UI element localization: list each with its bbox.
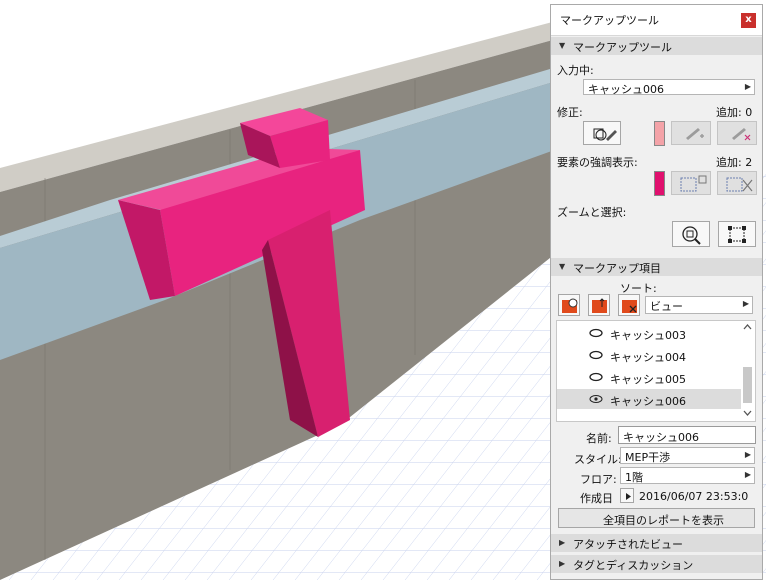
chevron-right-icon: ▶ — [744, 470, 751, 479]
list-item[interactable]: キャッシュ004 — [557, 345, 741, 365]
zoom-icon — [682, 226, 701, 245]
folder-delete-icon — [622, 300, 637, 313]
pencil-shapes-icon — [593, 128, 617, 141]
scroll-thumb — [743, 367, 752, 403]
eye-icon[interactable] — [589, 349, 603, 361]
name-field[interactable]: キャッシュ006 — [618, 426, 756, 444]
section-attached-views[interactable]: ▶ アタッチされたビュー — [551, 534, 762, 552]
folder-arrows-icon — [592, 298, 607, 313]
created-label: 作成日 — [580, 492, 613, 505]
panel-titlebar[interactable]: マークアップツール x — [551, 5, 762, 36]
add-element-icon — [680, 175, 707, 192]
scroll-down-icon — [743, 410, 752, 416]
close-button[interactable]: x — [741, 13, 756, 28]
section-label: マークアップ項目 — [573, 262, 661, 275]
correction-color-swatch[interactable] — [654, 121, 665, 146]
select-elements-button[interactable] — [718, 221, 756, 247]
floor-select[interactable]: 1階 ▶ — [620, 467, 755, 484]
floor-value: 1階 — [625, 471, 643, 484]
section-label: タグとディスカッション — [573, 559, 694, 572]
section-tags-discussion[interactable]: ▶ タグとディスカッション — [551, 555, 762, 573]
highlight-color-swatch[interactable] — [654, 171, 665, 196]
chevron-down-icon: ▼ — [559, 262, 566, 271]
zoom-select-label: ズームと選択: — [557, 206, 627, 219]
delete-markup-button[interactable] — [618, 294, 640, 316]
input-markup-value: キャッシュ006 — [588, 83, 664, 96]
list-item-selected[interactable]: キャッシュ006 — [557, 389, 741, 409]
chevron-right-icon: ▶ — [559, 538, 566, 547]
floor-label: フロア: — [580, 473, 617, 486]
input-label: 入力中: — [557, 64, 594, 77]
section-markup-tool[interactable]: ▼ マークアップツール — [551, 37, 762, 55]
eye-icon[interactable] — [589, 393, 603, 405]
add-pencil-icon — [686, 128, 704, 140]
highlight-count: 追加: 2 — [716, 156, 753, 169]
new-markup-button[interactable] — [558, 294, 580, 316]
list-item[interactable]: キャッシュ003 — [557, 323, 741, 343]
list-item-label: キャッシュ006 — [610, 395, 686, 408]
list-item-label: キャッシュ004 — [610, 351, 686, 364]
section-label: マークアップツール — [573, 41, 672, 54]
scroll-up-icon — [743, 324, 752, 330]
modify-label: 修正: — [557, 106, 583, 119]
remove-pencil-icon — [732, 128, 751, 141]
list-item-label: キャッシュ003 — [610, 329, 686, 342]
list-item[interactable]: キャッシュ005 — [557, 367, 741, 387]
style-select[interactable]: MEP干渉 ▶ — [620, 447, 755, 464]
section-label: アタッチされたビュー — [573, 538, 683, 551]
zoom-button[interactable] — [672, 221, 710, 247]
list-scrollbar[interactable] — [740, 321, 755, 421]
chevron-right-icon: ▶ — [744, 82, 751, 91]
input-markup-select[interactable]: キャッシュ006 ▶ — [583, 79, 755, 96]
modify-button[interactable] — [583, 121, 621, 145]
move-markup-button[interactable] — [588, 294, 610, 316]
name-label: 名前: — [586, 432, 612, 445]
report-button-label: 全項目のレポートを表示 — [603, 514, 724, 527]
select-nodes-icon — [728, 226, 746, 243]
play-icon — [626, 493, 631, 500]
section-markup-items[interactable]: ▼ マークアップ項目 — [551, 258, 762, 276]
remove-highlight-button[interactable] — [717, 171, 757, 195]
created-toggle-button[interactable] — [620, 488, 634, 503]
highlight-label: 要素の強調表示: — [557, 156, 638, 169]
sort-value: ビュー — [650, 300, 683, 313]
add-highlight-button[interactable] — [671, 171, 711, 195]
add-correction-button[interactable] — [671, 121, 711, 145]
remove-element-icon — [726, 177, 753, 192]
eye-icon[interactable] — [589, 327, 603, 339]
chevron-right-icon: ▶ — [742, 299, 749, 308]
chevron-down-icon: ▼ — [559, 41, 566, 50]
list-item-label: キャッシュ005 — [610, 373, 686, 386]
eye-icon[interactable] — [589, 371, 603, 383]
sort-select[interactable]: ビュー ▶ — [645, 296, 753, 314]
chevron-right-icon: ▶ — [744, 450, 751, 459]
name-value: キャッシュ006 — [623, 431, 699, 444]
style-label: スタイル: — [574, 453, 622, 466]
created-value: 2016/06/07 23:53:0 — [639, 490, 749, 503]
report-button[interactable]: 全項目のレポートを表示 — [558, 508, 755, 528]
panel-title: マークアップツール — [560, 14, 659, 27]
modify-count: 追加: 0 — [716, 106, 753, 119]
new-folder-icon — [562, 298, 578, 313]
style-value: MEP干渉 — [625, 451, 671, 464]
chevron-right-icon: ▶ — [559, 559, 566, 568]
remove-correction-button[interactable] — [717, 121, 757, 145]
markup-list[interactable]: キャッシュ003 キャッシュ004 キャッシュ005 キャッシュ006 — [556, 320, 756, 422]
